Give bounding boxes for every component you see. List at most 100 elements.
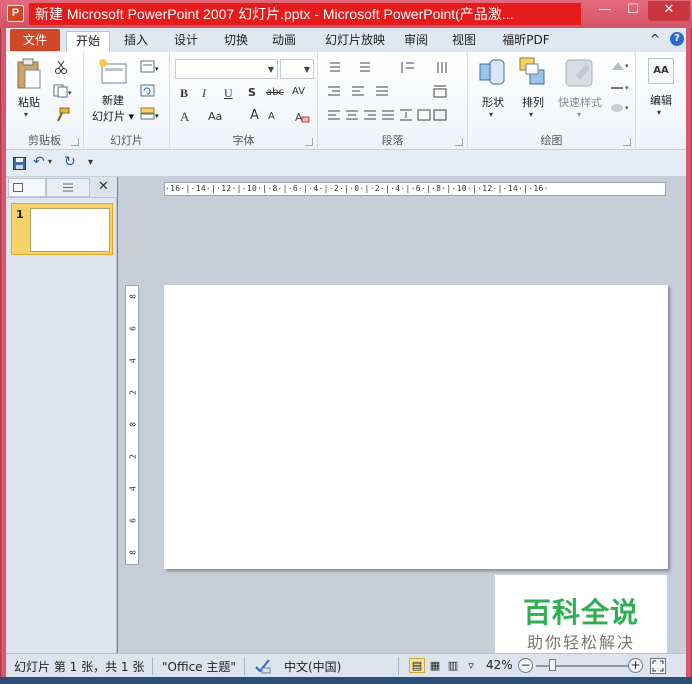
font-size-combo[interactable]: ▼ xyxy=(280,59,314,79)
clear-formatting-icon[interactable]: A xyxy=(294,109,310,125)
tab-transitions[interactable]: 切换 xyxy=(216,31,256,52)
underline-button[interactable]: U xyxy=(224,86,233,101)
tab-animations[interactable]: 动画 xyxy=(264,31,304,52)
slideshow-view-icon[interactable]: ▿ xyxy=(463,658,479,673)
format-painter-icon[interactable] xyxy=(54,107,70,123)
vertical-ruler-label: 4 xyxy=(128,486,138,491)
shapes-icon[interactable] xyxy=(478,58,508,88)
minimize-button[interactable]: — xyxy=(592,1,618,21)
save-icon[interactable] xyxy=(13,157,26,170)
zoom-out-button[interactable]: − xyxy=(518,658,533,673)
tab-design[interactable]: 设计 xyxy=(166,31,206,52)
shapes-dropdown-icon[interactable]: ▾ xyxy=(489,110,493,119)
arrange-dropdown-icon[interactable]: ▾ xyxy=(529,110,533,119)
reading-view-icon[interactable]: ▥ xyxy=(445,658,461,673)
tab-slides-thumbnails[interactable] xyxy=(8,178,46,197)
close-pane-icon[interactable]: ✕ xyxy=(98,179,109,194)
drawing-group: 形状 ▾ 排列 ▾ 快速样式 ▾ ▾ ▾ ▾ 绘图 xyxy=(468,52,636,150)
language-status[interactable]: 中文(中国) xyxy=(284,658,341,675)
spelling-check-icon[interactable] xyxy=(254,658,272,674)
quick-styles-dropdown-icon[interactable]: ▾ xyxy=(577,110,581,119)
undo-icon[interactable]: ↶ xyxy=(33,154,45,170)
font-name-combo[interactable]: ▼ xyxy=(175,59,278,79)
font-color-button[interactable]: A xyxy=(180,109,189,125)
grow-font-button[interactable]: A xyxy=(250,108,259,123)
shapes-button[interactable]: 形状 xyxy=(476,94,510,110)
tab-slideshow[interactable]: 幻灯片放映 xyxy=(316,31,394,52)
fit-to-window-icon[interactable] xyxy=(650,658,666,674)
shape-format-icons[interactable]: ▾ ▾ ▾ xyxy=(608,58,632,118)
vertical-ruler-label: 2 xyxy=(128,390,138,395)
svg-text:▾: ▾ xyxy=(625,104,629,112)
slide-thumbnail-item[interactable]: 1 xyxy=(11,203,113,255)
slide-sorter-view-icon[interactable]: ▦ xyxy=(427,658,443,673)
outline-view-icon xyxy=(63,183,73,192)
editing-dropdown-icon[interactable]: ▾ xyxy=(657,108,661,117)
paste-icon[interactable] xyxy=(16,58,42,90)
section-icon[interactable]: ▾ xyxy=(140,107,162,121)
strikethrough-button[interactable]: abc xyxy=(266,87,284,98)
help-icon[interactable]: ? xyxy=(670,32,684,46)
bold-button[interactable]: B xyxy=(180,86,188,101)
vertical-ruler-label: 8 xyxy=(128,550,138,555)
slide-thumbnail[interactable] xyxy=(30,208,110,252)
close-button[interactable]: ✕ xyxy=(648,1,690,21)
zoom-level[interactable]: 42% xyxy=(486,658,513,672)
tab-insert[interactable]: 插入 xyxy=(116,31,156,52)
shrink-font-button[interactable]: A xyxy=(268,111,275,122)
character-spacing-button[interactable]: AV xyxy=(292,86,305,97)
reset-icon[interactable] xyxy=(140,84,162,98)
slides-pane-tabs: ✕ xyxy=(6,177,117,198)
tab-review[interactable]: 审阅 xyxy=(398,31,434,52)
vertical-ruler-label: 2 xyxy=(128,454,138,459)
layout-icon[interactable]: ▾ xyxy=(140,60,162,74)
arrange-button[interactable]: 排列 xyxy=(516,94,550,110)
svg-text:▾: ▾ xyxy=(155,112,159,120)
new-slide-button[interactable]: 幻灯片 ▾ xyxy=(90,108,136,124)
arrange-icon[interactable] xyxy=(518,56,548,88)
customize-qat-icon[interactable]: ▾ xyxy=(88,157,93,168)
new-slide-icon[interactable] xyxy=(98,58,128,86)
text-shadow-button[interactable]: S xyxy=(248,86,256,99)
italic-button[interactable]: I xyxy=(202,86,206,101)
tab-file[interactable]: 文件 xyxy=(10,29,60,51)
quick-styles-icon[interactable] xyxy=(564,58,594,88)
font-launcher-icon[interactable] xyxy=(305,138,313,146)
tab-home[interactable]: 开始 xyxy=(66,31,110,52)
status-separator xyxy=(398,657,399,675)
status-bar: 幻灯片 第 1 张，共 1 张 "Office 主题" 中文(中国) ▤ ▦ ▥… xyxy=(6,653,686,677)
ribbon-collapse-icon[interactable]: ^ xyxy=(650,32,660,46)
horizontal-ruler: ·16·|·14·|·12·|·10·|·8·|·6·|·4·|·2·|·0·|… xyxy=(164,182,666,196)
undo-dropdown-icon[interactable]: ▾ xyxy=(48,157,52,166)
theme-status[interactable]: "Office 主题" xyxy=(162,658,236,675)
chevron-down-icon: ▼ xyxy=(303,65,310,74)
new-slide-label-top[interactable]: 新建 xyxy=(96,92,130,108)
font-group: ▼ ▼ B I U S abc AV A Aa A A A 字体 xyxy=(170,52,318,150)
powerpoint-app-icon[interactable]: P xyxy=(7,5,24,22)
watermark-logo: 百科全说 助你轻松解决 xyxy=(495,575,667,655)
paragraph-group: 段落 xyxy=(318,52,468,150)
zoom-slider-handle[interactable] xyxy=(549,659,556,671)
paste-dropdown-icon[interactable]: ▾ xyxy=(24,110,28,119)
paragraph-tools-icon[interactable] xyxy=(326,60,466,130)
paragraph-launcher-icon[interactable] xyxy=(455,138,463,146)
change-case-button[interactable]: Aa xyxy=(208,110,222,123)
cut-icon[interactable] xyxy=(54,60,68,74)
copy-icon[interactable]: ▾ xyxy=(53,84,73,98)
find-icon[interactable]: AA xyxy=(648,58,674,84)
tab-view[interactable]: 视图 xyxy=(446,31,482,52)
drawing-launcher-icon[interactable] xyxy=(623,138,631,146)
redo-icon[interactable]: ↻ xyxy=(64,154,76,170)
zoom-in-button[interactable]: + xyxy=(628,658,643,673)
tab-outline[interactable] xyxy=(46,178,90,197)
taskbar-strip xyxy=(0,677,692,684)
maximize-button[interactable]: ☐ xyxy=(620,1,646,21)
paste-button[interactable]: 粘贴 xyxy=(14,94,44,110)
chevron-down-icon: ▼ xyxy=(267,65,274,74)
quick-styles-button[interactable]: 快速样式 xyxy=(554,94,606,110)
editing-button[interactable]: 编辑 xyxy=(644,92,678,108)
slide-canvas[interactable] xyxy=(164,285,668,569)
tab-foxit-pdf[interactable]: 福昕PDF xyxy=(496,31,556,52)
clipboard-launcher-icon[interactable] xyxy=(71,138,79,146)
normal-view-icon[interactable]: ▤ xyxy=(409,658,425,673)
